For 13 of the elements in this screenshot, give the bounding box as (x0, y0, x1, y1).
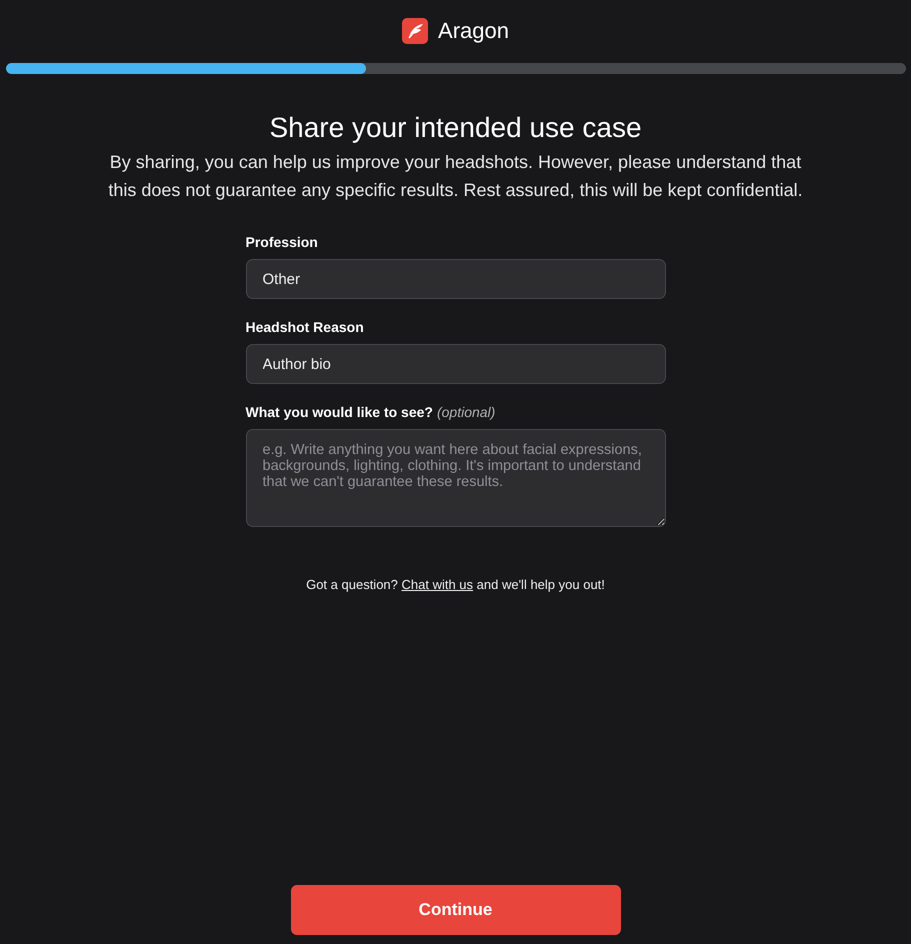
brand-name: Aragon (438, 18, 509, 44)
continue-button[interactable]: Continue (290, 885, 620, 935)
field-label: Profession (246, 234, 319, 250)
input-field[interactable]: Author bio (246, 344, 666, 384)
chat-link[interactable]: Chat with us (402, 577, 474, 592)
feather-logo-icon (402, 18, 428, 44)
field-label: What you would like to see? (optional) (246, 404, 496, 420)
field-label: Headshot Reason (246, 319, 365, 335)
help-text: Got a question? Chat with us and we'll help you out! (306, 577, 605, 592)
text-area[interactable]: e.g. Write anything you want here about facial expressions, backgrounds, lighting, clothing. It's important to understand that we can't guarantee these results. (246, 429, 666, 527)
page-title: Share your intended use case (269, 112, 642, 144)
input-field[interactable]: Other (246, 259, 666, 299)
description-text: By sharing, you can help us improve your headshots. However, please understand that this does not guarantee any specific results. Rest assured, this will be kept confidential. (107, 151, 804, 202)
